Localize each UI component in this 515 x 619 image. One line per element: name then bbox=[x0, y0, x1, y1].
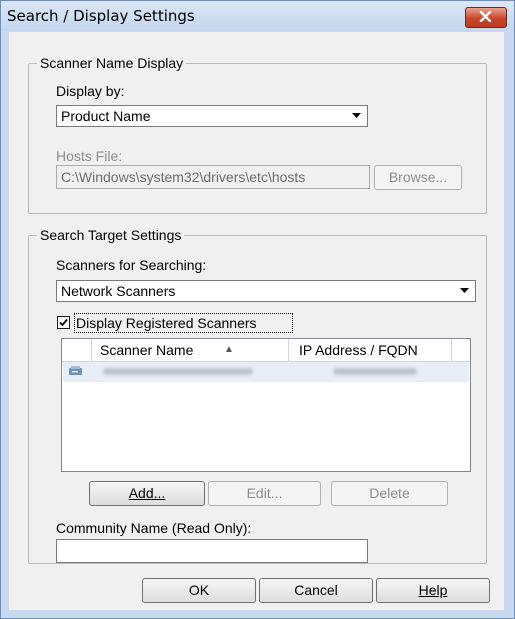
ok-button[interactable]: OK bbox=[142, 578, 256, 603]
registered-scanners-list[interactable]: Scanner Name ▲ IP Address / FQDN bbox=[61, 338, 471, 472]
scanners-for-searching-label: Scanners for Searching: bbox=[56, 257, 207, 273]
column-header-icon[interactable] bbox=[62, 339, 92, 361]
community-name-field[interactable] bbox=[56, 539, 368, 563]
help-button[interactable]: Help bbox=[376, 578, 490, 603]
group-legend: Search Target Settings bbox=[37, 227, 185, 243]
column-header-scanner-name[interactable]: Scanner Name ▲ bbox=[92, 339, 289, 361]
community-name-label: Community Name (Read Only): bbox=[56, 520, 252, 536]
sort-ascending-icon: ▲ bbox=[224, 344, 234, 355]
scanner-icon bbox=[69, 366, 82, 375]
hosts-file-field: C:\Windows\system32\drivers\etc\hosts bbox=[56, 165, 370, 189]
help-button-label: Help bbox=[418, 582, 448, 598]
add-button[interactable]: Add... bbox=[89, 481, 205, 506]
table-row[interactable] bbox=[63, 362, 469, 382]
display-by-dropdown[interactable]: Product Name bbox=[56, 105, 368, 127]
display-by-label: Display by: bbox=[56, 83, 125, 99]
hosts-file-value: C:\Windows\system32\drivers\etc\hosts bbox=[61, 169, 306, 185]
chevron-down-icon[interactable] bbox=[456, 282, 474, 300]
scanners-for-searching-dropdown[interactable]: Network Scanners bbox=[56, 280, 476, 302]
edit-button[interactable]: Edit... bbox=[208, 481, 321, 506]
chevron-down-icon[interactable] bbox=[348, 107, 366, 125]
dialog-client-area: Scanner Name Display Display by: Product… bbox=[9, 32, 504, 610]
hosts-file-label: Hosts File: bbox=[56, 148, 123, 164]
group-legend: Scanner Name Display bbox=[37, 55, 187, 71]
display-by-value: Product Name bbox=[61, 108, 151, 124]
redacted-ip-address bbox=[333, 368, 417, 375]
column-label: Scanner Name bbox=[100, 342, 194, 358]
close-icon bbox=[479, 11, 492, 22]
add-button-label: Add... bbox=[128, 485, 166, 501]
delete-button[interactable]: Delete bbox=[331, 481, 448, 506]
scanners-for-searching-value: Network Scanners bbox=[61, 283, 176, 299]
close-button[interactable] bbox=[465, 7, 507, 28]
settings-dialog: Search / Display Settings Scanner Name D… bbox=[0, 0, 515, 619]
display-registered-checkbox[interactable] bbox=[57, 316, 70, 329]
focus-rectangle bbox=[74, 313, 293, 333]
dialog-title: Search / Display Settings bbox=[7, 7, 195, 25]
checkmark-icon bbox=[59, 318, 68, 327]
redacted-scanner-name bbox=[103, 368, 253, 375]
column-header-ip-address[interactable]: IP Address / FQDN bbox=[289, 339, 452, 361]
cancel-button[interactable]: Cancel bbox=[259, 578, 373, 603]
browse-button[interactable]: Browse... bbox=[374, 165, 462, 190]
column-label: IP Address / FQDN bbox=[299, 342, 418, 358]
title-bar: Search / Display Settings bbox=[1, 1, 514, 31]
list-header: Scanner Name ▲ IP Address / FQDN bbox=[62, 339, 470, 362]
